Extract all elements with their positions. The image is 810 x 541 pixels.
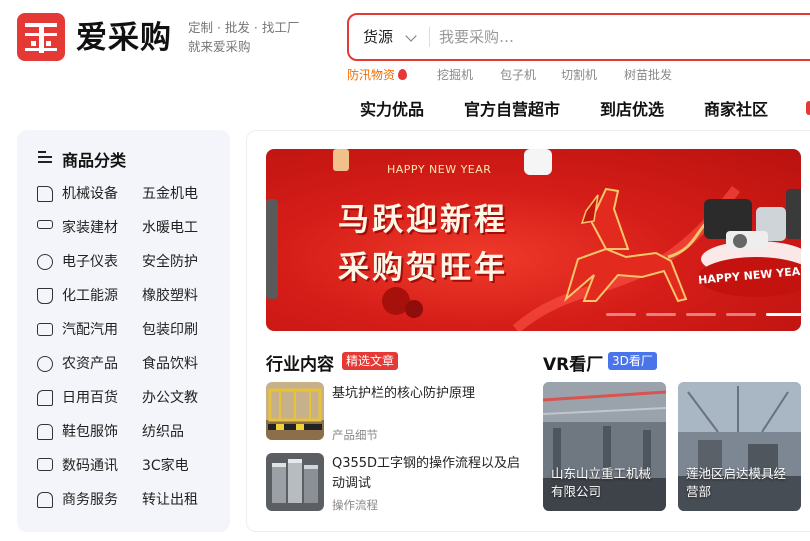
slogan-line-1: 定制 · 批发 · 找工厂 — [188, 20, 300, 35]
drill-icon — [37, 186, 53, 202]
vr-factory-card[interactable]: 莲池区启达模具经营部 — [678, 382, 801, 511]
paint-roller-icon — [37, 220, 53, 229]
banner-subtitle: HAPPY NEW YEAR — [387, 163, 492, 176]
banner-artwork — [266, 149, 801, 331]
category-row: 农资产品 食品饮料 — [37, 352, 227, 376]
category-row: 日用百货 办公文教 — [37, 386, 227, 410]
category-link[interactable]: 3C家电 — [142, 454, 189, 478]
nav-item-community[interactable]: 商家社区 — [704, 96, 768, 120]
brand-name[interactable]: 爱采购 — [76, 14, 172, 62]
carousel-dot[interactable] — [646, 313, 676, 316]
lantern-shape — [524, 149, 552, 175]
apple-icon — [37, 356, 53, 372]
search-bar: 货源 — [347, 13, 810, 61]
category-link[interactable]: 五金机电 — [142, 182, 198, 206]
sidebar-title: 商品分类 — [62, 151, 127, 170]
featured-articles-badge: 精选文章 — [342, 352, 399, 370]
shirt-icon — [37, 424, 53, 440]
house-icon — [37, 492, 53, 508]
article-title[interactable]: 基坑护栏的核心防护原理 — [332, 384, 532, 404]
hot-keyword-5[interactable]: 树苗批发 — [624, 66, 672, 83]
category-link[interactable]: 机械设备 — [62, 182, 118, 206]
category-row: 化工能源 橡胶塑料 — [37, 284, 227, 308]
category-link[interactable]: 办公文教 — [142, 386, 198, 410]
search-category-select[interactable]: 货源 — [363, 15, 393, 59]
category-link[interactable]: 农资产品 — [62, 352, 118, 376]
camera-lens-shape — [733, 234, 747, 248]
category-row: 商务服务 转让出租 — [37, 488, 227, 512]
appliance-shape — [726, 231, 768, 249]
logo-icon[interactable] — [17, 13, 65, 61]
category-link[interactable]: 包装印刷 — [142, 318, 198, 342]
category-link[interactable]: 鞋包服饰 — [62, 420, 118, 444]
brand-slogan: 定制 · 批发 · 找工厂 就来爱采购 — [188, 18, 299, 56]
nav-item-in-store[interactable]: 到店优选 — [600, 96, 664, 120]
category-row: 数码通讯 3C家电 — [37, 454, 227, 478]
article-category: 操作流程 — [332, 498, 378, 512]
carousel-dot[interactable] — [686, 313, 716, 316]
search-input[interactable] — [439, 23, 809, 51]
vr-card-label: 莲池区启达模具经营部 — [686, 466, 787, 499]
hot-keyword-4[interactable]: 切割机 — [561, 66, 597, 83]
category-link[interactable]: 汽配汽用 — [62, 318, 118, 342]
category-link[interactable]: 家装建材 — [62, 216, 118, 240]
monitor-icon — [37, 458, 53, 471]
menu-icon — [38, 151, 52, 163]
category-row: 家装建材 水暖电工 — [37, 216, 227, 240]
carousel-dot[interactable] — [606, 313, 636, 316]
article-thumbnail[interactable] — [266, 382, 324, 440]
category-row: 机械设备 五金机电 — [37, 182, 227, 206]
category-sidebar: 商品分类 机械设备 五金机电 家装建材 水暖电工 电子仪表 安全防护 化工能源 … — [17, 130, 230, 532]
3d-badge: 3D看厂 — [608, 352, 657, 370]
hot-keyword-1[interactable]: 防汛物资 — [347, 66, 408, 83]
category-link[interactable]: 化工能源 — [62, 284, 118, 308]
category-link[interactable]: 橡胶塑料 — [142, 284, 198, 308]
appliance-shape — [786, 189, 801, 239]
product-edge-shape — [266, 199, 278, 299]
fire-icon — [398, 69, 408, 80]
carousel-dot[interactable] — [726, 313, 756, 316]
slogan-line-2: 就来爱采购 — [188, 39, 251, 54]
banner-headline: 马跃迎新程 — [338, 202, 508, 238]
nav-more-indicator — [806, 101, 810, 115]
horse-figure — [564, 187, 712, 303]
vr-card-label: 山东山立重工机械有限公司 — [551, 466, 652, 499]
carousel-dot[interactable] — [766, 313, 801, 316]
category-link[interactable]: 日用百货 — [62, 386, 118, 410]
lantern-shape — [333, 149, 349, 171]
signal-icon — [37, 254, 53, 270]
article-title[interactable]: Q355D工字钢的操作流程以及启动调试 — [332, 454, 532, 494]
industry-section-title[interactable]: 行业内容 — [266, 350, 334, 375]
category-row: 汽配汽用 包装印刷 — [37, 318, 227, 342]
firework-shape — [405, 300, 423, 318]
chevron-down-icon[interactable] — [405, 30, 417, 42]
page-header: 爱采购 定制 · 批发 · 找工厂 就来爱采购 货源 防汛物资 挖掘机 包子机 … — [0, 0, 810, 130]
tissue-icon — [37, 390, 53, 406]
car-parts-icon — [37, 323, 53, 336]
nav-item-quality[interactable]: 实力优品 — [360, 96, 424, 120]
category-link[interactable]: 转让出租 — [142, 488, 198, 512]
search-divider — [429, 27, 430, 47]
category-row: 鞋包服饰 纺织品 — [37, 420, 227, 444]
vr-factory-card[interactable]: 山东山立重工机械有限公司 — [543, 382, 666, 511]
category-link[interactable]: 数码通讯 — [62, 454, 118, 478]
promo-banner[interactable]: HAPPY NEW YEAR 马跃迎新程 采购贺旺年 HAPPY NEW YEA… — [266, 149, 801, 331]
flask-icon — [37, 288, 53, 304]
category-link[interactable]: 纺织品 — [142, 420, 184, 444]
nav-item-official-store[interactable]: 官方自营超市 — [464, 96, 560, 120]
category-link[interactable]: 电子仪表 — [62, 250, 118, 274]
category-row: 电子仪表 安全防护 — [37, 250, 227, 274]
category-link[interactable]: 食品饮料 — [142, 352, 198, 376]
banner-headline-2: 采购贺旺年 — [338, 250, 508, 286]
hot-keyword-3[interactable]: 包子机 — [500, 66, 536, 83]
article-category: 产品细节 — [332, 428, 378, 442]
category-link[interactable]: 水暖电工 — [142, 216, 198, 240]
category-link[interactable]: 安全防护 — [142, 250, 198, 274]
hot-keyword-2[interactable]: 挖掘机 — [437, 66, 473, 83]
article-thumbnail[interactable] — [266, 453, 324, 511]
vr-section-title[interactable]: VR看厂 — [543, 350, 603, 375]
category-link[interactable]: 商务服务 — [62, 488, 118, 512]
